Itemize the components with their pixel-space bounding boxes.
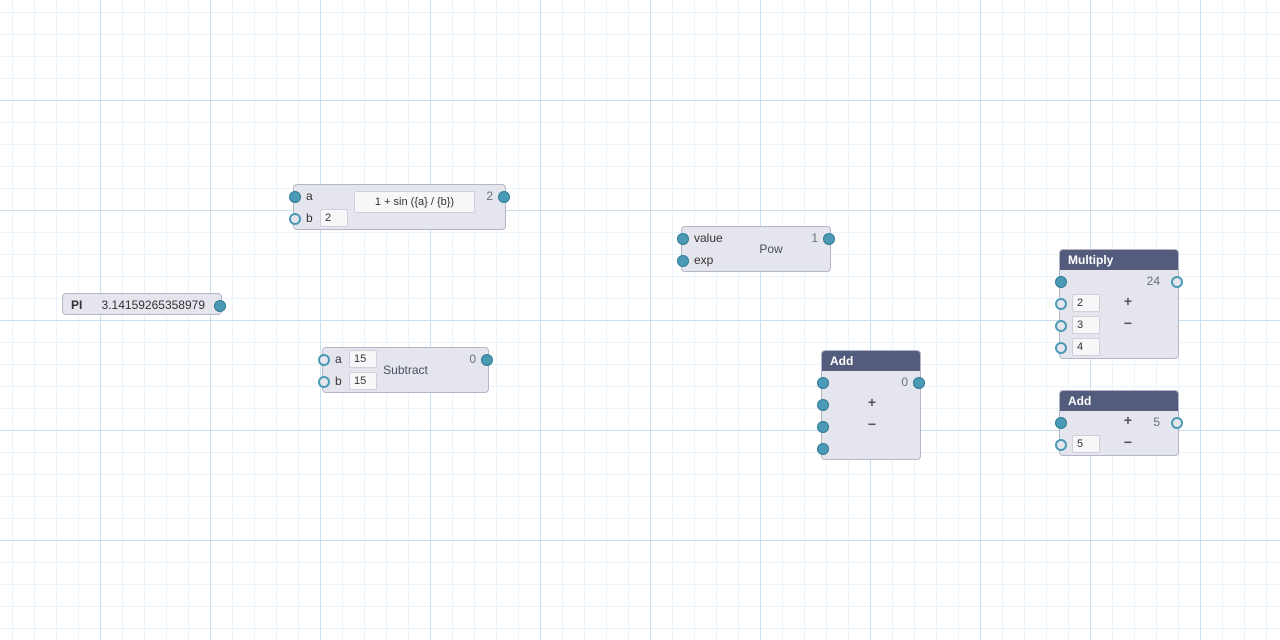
node-pow[interactable]: value Pow 1 exp bbox=[681, 226, 831, 272]
subtract-output-port[interactable] bbox=[481, 354, 493, 366]
subtract-label-b: b 15 bbox=[335, 370, 377, 392]
add2-val-2[interactable]: 5 bbox=[1072, 435, 1100, 453]
node-subtract[interactable]: a 15 Subtract 0 b 15 bbox=[322, 347, 489, 393]
pow-label-exp: exp bbox=[694, 249, 713, 271]
expr-label-b: b 2 bbox=[306, 207, 348, 229]
pow-port-exp[interactable] bbox=[677, 255, 689, 267]
add2-output-port[interactable] bbox=[1171, 417, 1183, 429]
pi-value: 3.14159265358979 bbox=[102, 294, 205, 316]
multiply-port-1[interactable] bbox=[1055, 276, 1067, 288]
node-pi[interactable]: PI 3.14159265358979 bbox=[62, 293, 222, 315]
pow-output-port[interactable] bbox=[823, 233, 835, 245]
add2-port-2[interactable] bbox=[1055, 439, 1067, 451]
add2-output-value: 5 bbox=[1153, 411, 1160, 433]
subtract-output-value: 0 bbox=[469, 348, 476, 370]
node-add-2[interactable]: Add + 5 5 − bbox=[1059, 390, 1179, 456]
pi-label: PI bbox=[71, 294, 82, 316]
subtract-b-input[interactable]: 15 bbox=[349, 372, 377, 390]
multiply-port-3[interactable] bbox=[1055, 320, 1067, 332]
pow-port-value[interactable] bbox=[677, 233, 689, 245]
add1-output-value: 0 bbox=[901, 371, 908, 393]
multiply-header[interactable]: Multiply bbox=[1060, 250, 1178, 270]
add1-port-2[interactable] bbox=[817, 399, 829, 411]
expr-output-port[interactable] bbox=[498, 191, 510, 203]
multiply-output-value: 24 bbox=[1147, 270, 1160, 292]
add1-port-3[interactable] bbox=[817, 421, 829, 433]
expr-port-b[interactable] bbox=[289, 213, 301, 225]
add2-port-1[interactable] bbox=[1055, 417, 1067, 429]
expr-b-input[interactable]: 2 bbox=[320, 209, 348, 227]
pi-output-port[interactable] bbox=[214, 300, 226, 312]
add1-header[interactable]: Add bbox=[822, 351, 920, 371]
expr-port-a[interactable] bbox=[289, 191, 301, 203]
add1-minus-button[interactable]: − bbox=[864, 417, 880, 433]
add1-output-port[interactable] bbox=[913, 377, 925, 389]
add1-plus-button[interactable]: + bbox=[864, 395, 880, 411]
add2-minus-button[interactable]: − bbox=[1120, 435, 1136, 451]
add1-port-1[interactable] bbox=[817, 377, 829, 389]
add1-port-4[interactable] bbox=[817, 443, 829, 455]
expr-formula-input[interactable]: 1 + sin ({a} / {b}) bbox=[354, 191, 475, 213]
multiply-plus-button[interactable]: + bbox=[1120, 294, 1136, 310]
multiply-val-2[interactable]: 2 bbox=[1072, 294, 1100, 312]
multiply-minus-button[interactable]: − bbox=[1120, 316, 1136, 332]
add2-header[interactable]: Add bbox=[1060, 391, 1178, 411]
node-multiply[interactable]: Multiply 24 2 + 3 − 4 bbox=[1059, 249, 1179, 359]
multiply-port-2[interactable] bbox=[1055, 298, 1067, 310]
node-add-1[interactable]: Add 0 + − bbox=[821, 350, 921, 460]
graph-canvas[interactable]: { "nodes": { "pi": { "label": "PI", "val… bbox=[0, 0, 1280, 640]
multiply-output-port[interactable] bbox=[1171, 276, 1183, 288]
expr-output-value: 2 bbox=[486, 185, 493, 207]
multiply-val-4[interactable]: 4 bbox=[1072, 338, 1100, 356]
expr-label-a: a bbox=[306, 185, 313, 207]
pow-output-value: 1 bbox=[811, 227, 818, 249]
multiply-port-4[interactable] bbox=[1055, 342, 1067, 354]
subtract-port-b[interactable] bbox=[318, 376, 330, 388]
node-expression[interactable]: a 2 b 2 1 + sin ({a} / {b}) bbox=[293, 184, 506, 230]
multiply-val-3[interactable]: 3 bbox=[1072, 316, 1100, 334]
add2-plus-button[interactable]: + bbox=[1120, 413, 1136, 429]
